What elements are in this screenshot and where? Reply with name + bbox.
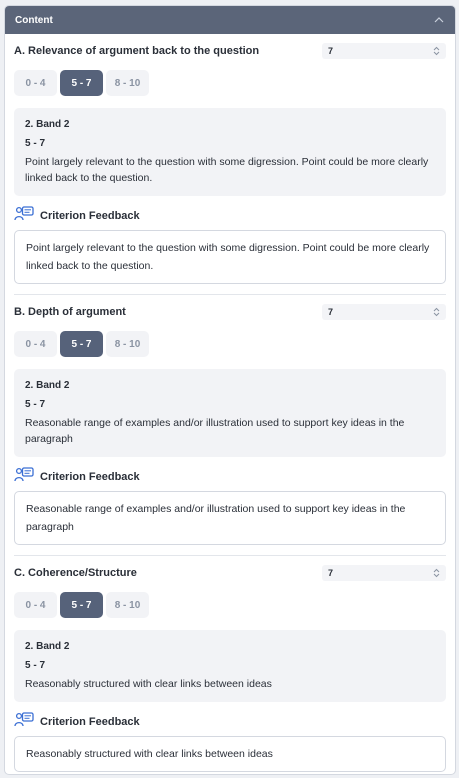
band-description-card: 2. Band 2 5 - 7 Reasonably structured wi…: [14, 630, 446, 702]
feedback-textbox[interactable]: Reasonably structured with clear links b…: [14, 736, 446, 772]
content-panel: Content A. Relevance of argument back to…: [4, 5, 456, 775]
panel-title: Content: [15, 14, 53, 26]
band-description: Reasonable range of examples and/or illu…: [25, 417, 405, 445]
criterion-b: B. Depth of argument 7 0 - 4 5 - 7 8 - 1…: [5, 295, 455, 556]
band-selector: 0 - 4 5 - 7 8 - 10: [14, 329, 446, 359]
feedback-chat-icon: [14, 711, 34, 733]
spinner-arrows-icon[interactable]: [433, 46, 440, 56]
band-selector: 0 - 4 5 - 7 8 - 10: [14, 68, 446, 98]
band-button-0-4[interactable]: 0 - 4: [14, 70, 57, 96]
band-range: 5 - 7: [25, 660, 46, 671]
band-description-card: 2. Band 2 5 - 7 Point largely relevant t…: [14, 108, 446, 196]
criterion-c: C. Coherence/Structure 7 0 - 4 5 - 7 8 -…: [5, 556, 455, 772]
score-value: 7: [328, 568, 334, 578]
band-description-card: 2. Band 2 5 - 7 Reasonable range of exam…: [14, 369, 446, 457]
band-name: 2. Band 2: [25, 119, 70, 130]
score-input[interactable]: 7: [322, 43, 446, 59]
band-name: 2. Band 2: [25, 641, 70, 652]
feedback-chat-icon: [14, 466, 34, 488]
criterion-a: A. Relevance of argument back to the que…: [5, 34, 455, 295]
band-selector: 0 - 4 5 - 7 8 - 10: [14, 590, 446, 620]
feedback-title: Criterion Feedback: [40, 716, 140, 728]
feedback-textbox[interactable]: Point largely relevant to the question w…: [14, 230, 446, 284]
feedback-textbox[interactable]: Reasonable range of examples and/or illu…: [14, 491, 446, 545]
feedback-chat-icon: [14, 205, 34, 227]
spinner-arrows-icon[interactable]: [433, 307, 440, 317]
band-name: 2. Band 2: [25, 380, 70, 391]
band-button-5-7[interactable]: 5 - 7: [60, 70, 103, 96]
band-button-8-10[interactable]: 8 - 10: [106, 331, 149, 357]
criterion-title: A. Relevance of argument back to the que…: [14, 45, 260, 57]
spinner-arrows-icon[interactable]: [433, 568, 440, 578]
criterion-title: C. Coherence/Structure: [14, 567, 137, 579]
band-button-5-7[interactable]: 5 - 7: [60, 592, 103, 618]
band-button-5-7[interactable]: 5 - 7: [60, 331, 103, 357]
chevron-up-icon[interactable]: [433, 14, 445, 26]
band-description: Reasonably structured with clear links b…: [25, 678, 272, 690]
feedback-title: Criterion Feedback: [40, 210, 140, 222]
score-value: 7: [328, 46, 334, 56]
band-button-0-4[interactable]: 0 - 4: [14, 331, 57, 357]
criterion-title: B. Depth of argument: [14, 306, 126, 318]
band-button-8-10[interactable]: 8 - 10: [106, 70, 149, 96]
band-range: 5 - 7: [25, 399, 46, 410]
score-value: 7: [328, 307, 334, 317]
score-input[interactable]: 7: [322, 304, 446, 320]
score-input[interactable]: 7: [322, 565, 446, 581]
band-description: Point largely relevant to the question w…: [25, 156, 429, 184]
band-button-8-10[interactable]: 8 - 10: [106, 592, 149, 618]
band-range: 5 - 7: [25, 138, 46, 149]
panel-header[interactable]: Content: [5, 6, 455, 34]
band-button-0-4[interactable]: 0 - 4: [14, 592, 57, 618]
feedback-title: Criterion Feedback: [40, 471, 140, 483]
